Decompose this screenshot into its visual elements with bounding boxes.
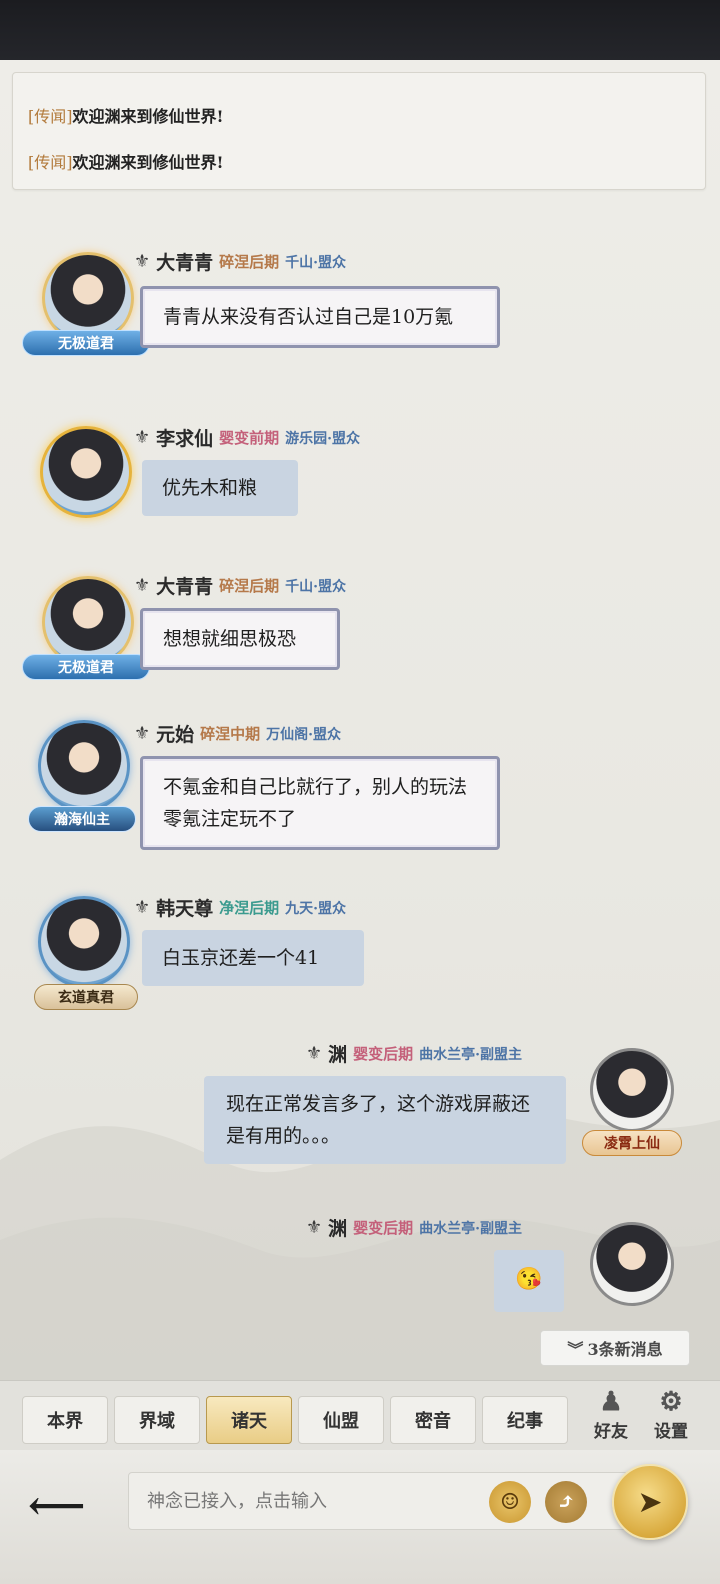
- avatar[interactable]: [38, 720, 130, 812]
- sender-line: ⚜ 大青青 碎涅后期 千山·盟众: [134, 572, 346, 599]
- tab-jieyu[interactable]: 界域: [114, 1396, 200, 1444]
- message-bubble[interactable]: 想想就细思极恐: [140, 608, 340, 670]
- message-bubble[interactable]: 青青从来没有否认过自己是10万氪: [140, 286, 500, 348]
- message-bubble[interactable]: 不氪金和自己比就行了，别人的玩法零氪注定玩不了: [140, 756, 500, 850]
- back-arrow-icon[interactable]: ⟵: [28, 1486, 108, 1526]
- new-messages-label: 3条新消息: [587, 1340, 663, 1359]
- message-bubble[interactable]: 优先木和粮: [142, 460, 298, 516]
- sender-realm: 碎涅后期: [219, 253, 280, 271]
- sender-realm: 净涅后期: [219, 899, 280, 917]
- title-badge: 无极道君: [22, 330, 150, 356]
- avatar[interactable]: [590, 1048, 674, 1132]
- emoji-icon[interactable]: ☺: [489, 1481, 531, 1523]
- sender-guild: 千山·盟众: [285, 254, 347, 271]
- sender-name[interactable]: 韩天尊: [156, 894, 213, 921]
- title-badge: 玄道真君: [34, 984, 138, 1010]
- notice-line: [传闻]欢迎渊来到修仙世界!: [28, 149, 224, 173]
- sender-name[interactable]: 大青青: [156, 572, 213, 599]
- sender-realm: 婴变后期: [353, 1219, 414, 1237]
- friends-label: 好友: [594, 1422, 628, 1442]
- tab-zhutian[interactable]: 诸天: [206, 1396, 292, 1444]
- sender-line: ⚜ 李求仙 婴变前期 游乐园·盟众: [134, 424, 360, 451]
- sender-guild: 游乐园·盟众: [285, 430, 361, 447]
- friend-icon: ♟: [599, 1387, 623, 1417]
- message-bubble[interactable]: 现在正常发言多了，这个游戏屏蔽还是有用的。。。: [204, 1076, 566, 1164]
- message-input[interactable]: [147, 1473, 477, 1529]
- new-messages-button[interactable]: ︾ 3条新消息: [540, 1330, 690, 1366]
- sect-sigil-icon: ⚜: [134, 723, 151, 744]
- notice-text: 欢迎渊来到修仙世界!: [72, 153, 224, 172]
- share-icon[interactable]: ⤴: [545, 1481, 587, 1523]
- message-input-field[interactable]: ☺ ⤴: [128, 1472, 628, 1530]
- input-bar: ⟵ ☺ ⤴ ➤: [0, 1450, 720, 1584]
- sender-realm: 婴变前期: [219, 429, 280, 447]
- sender-line: ⚜ 渊 婴变后期 曲水兰亭·副盟主: [306, 1040, 522, 1067]
- sender-guild: 万仙阁·盟众: [266, 726, 342, 743]
- sect-sigil-icon: ⚜: [134, 251, 151, 272]
- sect-sigil-icon: ⚜: [134, 897, 151, 918]
- notice-tag: [传闻]: [28, 107, 73, 126]
- message-bubble[interactable]: 白玉京还差一个41: [142, 930, 364, 986]
- sect-sigil-icon: ⚜: [306, 1043, 323, 1064]
- status-bar: [0, 0, 720, 60]
- sect-sigil-icon: ⚜: [134, 427, 151, 448]
- title-badge: 凌霄上仙: [582, 1130, 682, 1156]
- sender-name[interactable]: 大青青: [156, 248, 213, 275]
- title-badge: 无极道君: [22, 654, 150, 680]
- avatar[interactable]: [590, 1222, 674, 1306]
- sender-name[interactable]: 元始: [156, 720, 194, 747]
- sender-guild: 曲水兰亭·副盟主: [419, 1220, 523, 1237]
- sect-sigil-icon: ⚜: [306, 1217, 323, 1238]
- tab-xianmeng[interactable]: 仙盟: [298, 1396, 384, 1444]
- sender-name[interactable]: 渊: [328, 1040, 347, 1067]
- notice-line: [传闻]欢迎渊来到修仙世界!: [28, 103, 224, 127]
- settings-label: 设置: [654, 1422, 688, 1442]
- sender-guild: 曲水兰亭·副盟主: [419, 1046, 523, 1063]
- tab-miyin[interactable]: 密音: [390, 1396, 476, 1444]
- sender-line: ⚜ 元始 碎涅中期 万仙阁·盟众: [134, 720, 341, 747]
- message-bubble[interactable]: 😘: [494, 1250, 564, 1312]
- avatar[interactable]: [38, 896, 130, 988]
- sender-realm: 碎涅中期: [200, 725, 261, 743]
- sender-name[interactable]: 李求仙: [156, 424, 213, 451]
- sender-name[interactable]: 渊: [328, 1214, 347, 1241]
- sect-sigil-icon: ⚜: [134, 575, 151, 596]
- friends-button[interactable]: ♟ 好友: [586, 1387, 636, 1449]
- gear-icon: ⚙: [659, 1387, 683, 1417]
- title-badge: 瀚海仙主: [28, 806, 136, 832]
- sender-line: ⚜ 韩天尊 净涅后期 九天·盟众: [134, 894, 346, 921]
- sender-guild: 九天·盟众: [285, 900, 347, 917]
- chat-panel[interactable]: [传闻]欢迎渊来到修仙世界! [传闻]欢迎渊来到修仙世界! 无极道君 ⚜ 大青青…: [0, 60, 720, 1380]
- sender-guild: 千山·盟众: [285, 578, 347, 595]
- avatar[interactable]: [40, 426, 132, 518]
- notice-board: [传闻]欢迎渊来到修仙世界! [传闻]欢迎渊来到修仙世界!: [12, 72, 706, 190]
- sender-realm: 婴变后期: [353, 1045, 414, 1063]
- settings-button[interactable]: ⚙ 设置: [646, 1387, 696, 1449]
- sender-line: ⚜ 渊 婴变后期 曲水兰亭·副盟主: [306, 1214, 522, 1241]
- sender-realm: 碎涅后期: [219, 577, 280, 595]
- notice-text: 欢迎渊来到修仙世界!: [72, 107, 224, 126]
- send-icon[interactable]: ➤: [612, 1464, 688, 1540]
- notice-tag: [传闻]: [28, 153, 73, 172]
- double-chevron-down-icon: ︾: [567, 1340, 584, 1359]
- tab-benjie[interactable]: 本界: [22, 1396, 108, 1444]
- channel-tab-bar: 本界 界域 诸天 仙盟 密音 纪事 ♟ 好友 ⚙ 设置: [0, 1380, 720, 1450]
- tab-jishi[interactable]: 纪事: [482, 1396, 568, 1444]
- sender-line: ⚜ 大青青 碎涅后期 千山·盟众: [134, 248, 346, 275]
